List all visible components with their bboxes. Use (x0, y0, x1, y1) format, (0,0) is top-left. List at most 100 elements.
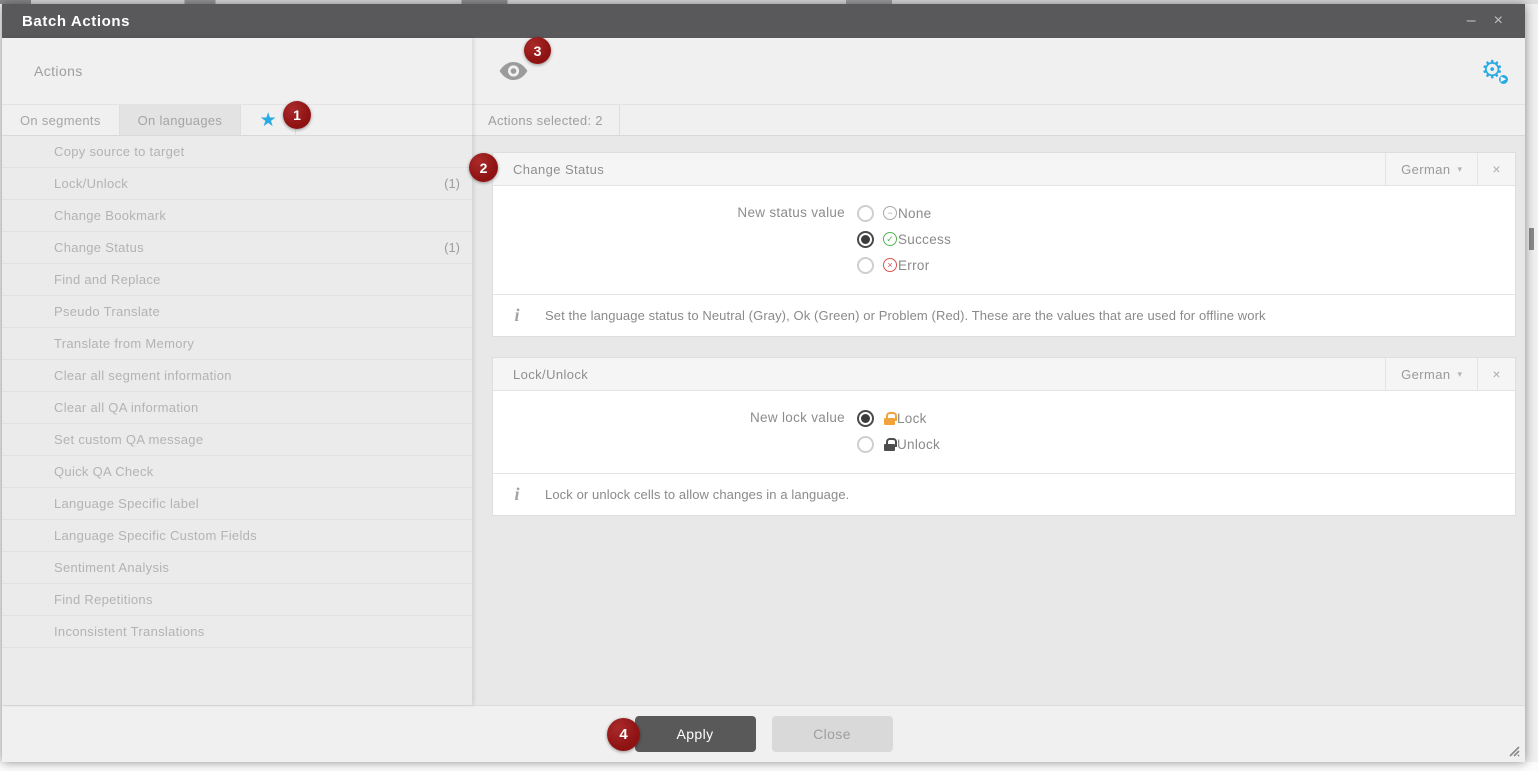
main-panel: ⚙ ▶ Actions selected: 2 Change Status Ge… (472, 38, 1525, 705)
action-list-item[interactable]: Pseudo Translate (2, 296, 472, 328)
panel-title: Change Status (493, 162, 604, 177)
window-controls: – × (1467, 13, 1525, 29)
action-list-item[interactable]: Find Repetitions (2, 584, 472, 616)
option-row[interactable]: Unlock (857, 431, 940, 457)
language-dropdown-value: German (1401, 162, 1450, 177)
action-list-item[interactable]: Sentiment Analysis (2, 552, 472, 584)
action-item-count: (1) (444, 176, 472, 191)
chevron-down-icon: ▾ (1457, 164, 1462, 175)
action-item-label: Clear all segment information (2, 368, 232, 383)
option-label: Lock (897, 411, 927, 426)
close-icon[interactable]: × (1494, 13, 1503, 29)
batch-actions-dialog: Batch Actions – × Actions On segments On… (2, 4, 1525, 762)
radio-button[interactable] (857, 205, 874, 222)
option-label: Error (898, 258, 930, 273)
preview-eye-icon[interactable] (498, 60, 529, 87)
star-icon: ★ (260, 111, 277, 130)
action-list-item[interactable]: Copy source to target (2, 136, 472, 168)
language-dropdown[interactable]: German ▾ (1385, 153, 1477, 185)
background-app-sliver-right (1525, 4, 1538, 762)
panel-close-icon[interactable]: × (1477, 153, 1515, 185)
option-row[interactable]: Lock (857, 405, 940, 431)
action-item-label: Find and Replace (2, 272, 161, 287)
field-label: New status value (493, 200, 857, 226)
tab-on-segments-label: On segments (20, 113, 101, 128)
action-item-label: Language Specific label (2, 496, 199, 511)
option-row[interactable]: −None (857, 200, 951, 226)
main-toolbar: ⚙ ▶ (472, 38, 1525, 104)
action-item-label: Inconsistent Translations (2, 624, 205, 639)
action-list-item[interactable]: Clear all segment information (2, 360, 472, 392)
run-settings-gear-icon[interactable]: ⚙ ▶ (1481, 58, 1507, 86)
action-item-label: Sentiment Analysis (2, 560, 169, 575)
selected-actions-content: Change Status German ▾ × New status valu… (472, 136, 1525, 705)
info-icon: i (507, 305, 527, 326)
tab-bar-filler (296, 105, 472, 135)
action-list-item[interactable]: Inconsistent Translations (2, 616, 472, 648)
status-success-icon: ✓ (883, 232, 897, 246)
radio-button[interactable] (857, 257, 874, 274)
actions-selected-label: Actions selected: 2 (488, 113, 603, 128)
action-list-item[interactable]: Find and Replace (2, 264, 472, 296)
radio-button[interactable] (857, 410, 874, 427)
radio-button[interactable] (857, 231, 874, 248)
sidebar-tab-bar: On segments On languages ★ (2, 104, 472, 136)
action-item-label: Quick QA Check (2, 464, 154, 479)
dialog-body: Actions On segments On languages ★ Copy … (2, 38, 1525, 705)
annotation-badge-3: 3 (524, 37, 551, 64)
apply-button[interactable]: Apply (635, 716, 756, 752)
tab-on-languages[interactable]: On languages (120, 105, 242, 135)
annotation-badge-4: 4 (607, 718, 640, 751)
action-item-label: Change Status (2, 240, 144, 255)
action-list-item[interactable]: Set custom QA message (2, 424, 472, 456)
panel-info-row: i Lock or unlock cells to allow changes … (493, 473, 1515, 515)
dialog-footer: Apply Close (2, 705, 1525, 762)
option-label: Unlock (897, 437, 940, 452)
radio-button[interactable] (857, 436, 874, 453)
annotation-badge-2: 2 (469, 153, 498, 182)
panel-change-status: Change Status German ▾ × New status valu… (492, 152, 1516, 337)
option-row[interactable]: ×Error (857, 252, 951, 278)
panel-title: Lock/Unlock (493, 367, 588, 382)
panel-info-row: i Set the language status to Neutral (Gr… (493, 294, 1515, 336)
action-list-item[interactable]: Clear all QA information (2, 392, 472, 424)
actions-sidebar: Actions On segments On languages ★ Copy … (2, 38, 472, 705)
background-app-sliver-bottom (0, 762, 1538, 771)
tab-actions-selected[interactable]: Actions selected: 2 (472, 105, 620, 135)
resize-grip[interactable] (1506, 743, 1520, 757)
panel-close-icon[interactable]: × (1477, 358, 1515, 390)
selected-actions-tab-bar: Actions selected: 2 (472, 104, 1525, 136)
lock-locked-icon (884, 412, 895, 425)
tab-on-languages-label: On languages (138, 113, 223, 128)
language-dropdown-value: German (1401, 367, 1450, 382)
dialog-title: Batch Actions (2, 13, 130, 30)
close-button[interactable]: Close (772, 716, 893, 752)
panel-info-text: Lock or unlock cells to allow changes in… (545, 487, 849, 502)
background-scrollbar-thumb (1529, 228, 1534, 250)
field-row: New status value −None✓Success×Error (493, 200, 1515, 278)
action-list-item[interactable]: Translate from Memory (2, 328, 472, 360)
action-list-item[interactable]: Language Specific Custom Fields (2, 520, 472, 552)
status-none-icon: − (883, 206, 897, 220)
field-row: New lock value Lock Unlock (493, 405, 1515, 457)
action-list-item[interactable]: Change Status(1) (2, 232, 472, 264)
tab-on-segments[interactable]: On segments (2, 105, 120, 135)
action-item-label: Lock/Unlock (2, 176, 128, 191)
chevron-down-icon: ▾ (1457, 369, 1462, 380)
lock-options: Lock Unlock (857, 405, 940, 457)
language-dropdown[interactable]: German ▾ (1385, 358, 1477, 390)
annotation-badge-1: 1 (283, 101, 311, 129)
option-row[interactable]: ✓Success (857, 226, 951, 252)
status-options: −None✓Success×Error (857, 200, 951, 278)
action-list: Copy source to target Lock/Unlock (1) Chang… (2, 136, 472, 705)
tab-bar-filler (620, 105, 1525, 135)
action-list-item[interactable]: Lock/Unlock (1) (2, 168, 472, 200)
action-list-item[interactable]: Language Specific label (2, 488, 472, 520)
action-list-item[interactable]: Change Bookmark (2, 200, 472, 232)
panel-change-status-header: Change Status German ▾ × (493, 153, 1515, 186)
panel-lock-unlock: Lock/Unlock German ▾ × New lock value Lo… (492, 357, 1516, 516)
field-label: New lock value (493, 405, 857, 431)
dialog-titlebar: Batch Actions – × (2, 4, 1525, 38)
minimize-icon[interactable]: – (1467, 13, 1476, 29)
action-list-item[interactable]: Quick QA Check (2, 456, 472, 488)
